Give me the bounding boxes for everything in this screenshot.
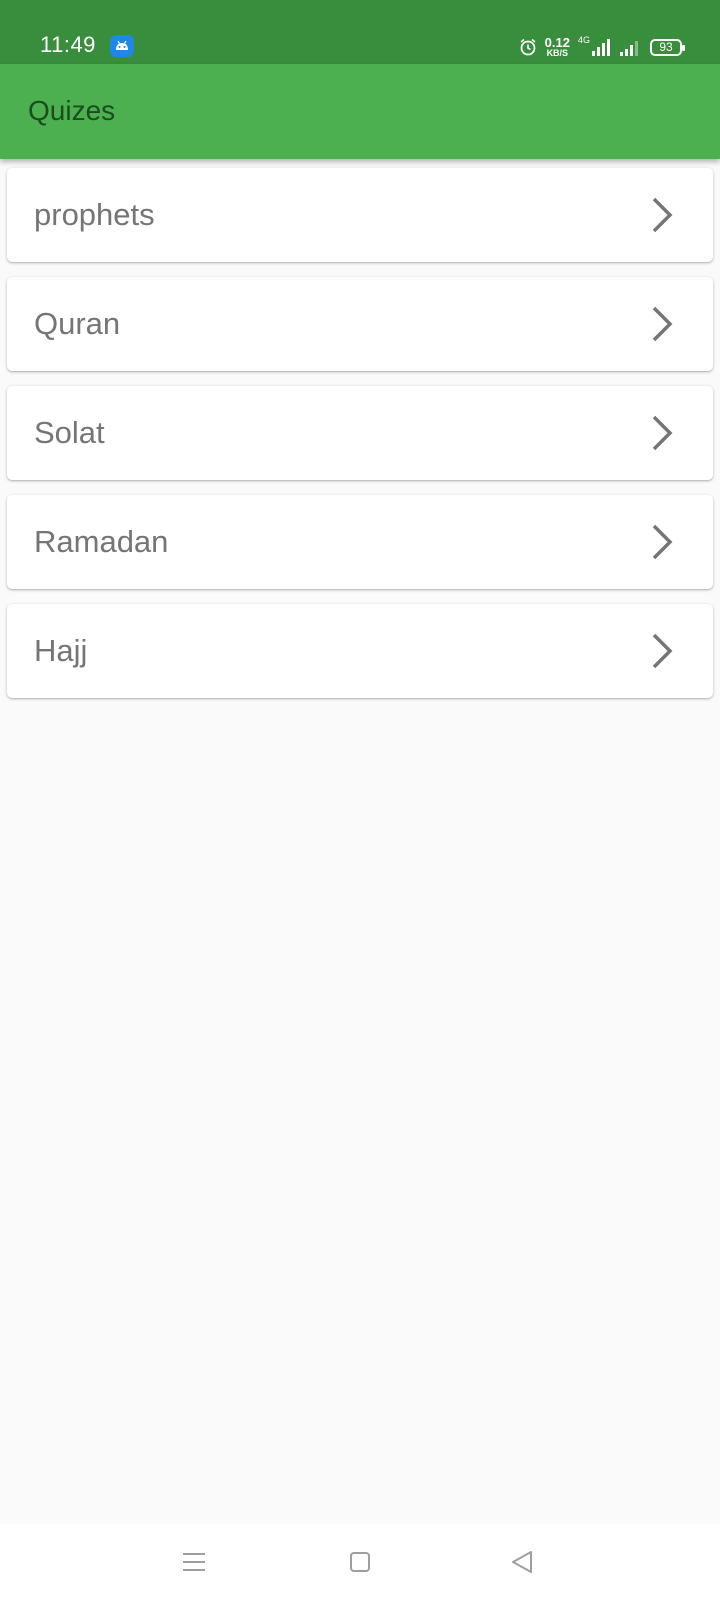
android-notification-icon [110,35,134,57]
page-title: Quizes [28,95,116,126]
quiz-item-solat[interactable]: Solat [7,386,713,480]
battery-level: 93 [659,40,673,54]
chevron-right-icon [652,633,673,669]
chevron-right-icon [652,415,673,451]
signal-strength-icon [592,39,610,56]
app-bar: Quizes [0,64,720,159]
network-speed-unit: KB/S [546,48,569,58]
quiz-item-label: Solat [34,415,105,450]
status-time: 11:49 [40,32,96,57]
menu-icon[interactable] [178,1546,210,1578]
network-speed: 0.12 KB/S [545,36,570,58]
chevron-right-icon [652,306,673,342]
chevron-right-icon [652,197,673,233]
quiz-item-label: prophets [34,197,155,232]
quiz-item-ramadan[interactable]: Ramadan [7,495,713,589]
quiz-item-label: Ramadan [34,524,169,559]
status-bar: 11:49 0.12 KB/S 4G 93 [0,0,720,64]
signal-strength-secondary-icon [620,41,638,56]
network-type: 4G [577,35,590,45]
quiz-item-prophets[interactable]: prophets [7,168,713,262]
alarm-icon [520,38,536,56]
quiz-item-label: Hajj [34,633,88,668]
system-navigation-bar [0,1524,720,1600]
chevron-right-icon [652,524,673,560]
back-triangle-icon[interactable] [506,1546,538,1578]
home-square-icon[interactable] [344,1546,376,1578]
quiz-item-label: Quran [34,306,121,341]
quiz-item-quran[interactable]: Quran [7,277,713,371]
status-icons: 0.12 KB/S 4G 93 [519,35,685,59]
quiz-list: prophets Quran Solat Ramadan Hajj [7,168,713,713]
battery-icon: 93 [650,38,685,56]
quiz-item-hajj[interactable]: Hajj [7,604,713,698]
